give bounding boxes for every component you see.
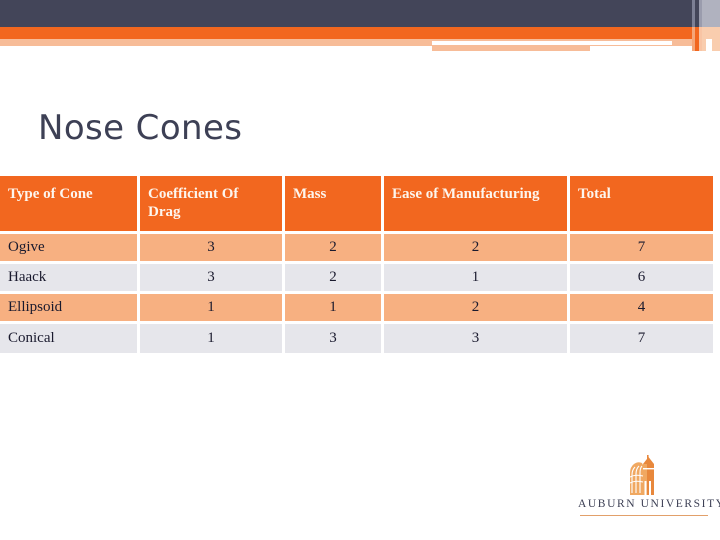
cell-drag: 3: [140, 264, 285, 295]
cell-total: 7: [570, 234, 713, 265]
cell-drag: 3: [140, 234, 285, 265]
column-header-type-of-cone: Type of Cone: [0, 176, 140, 235]
header-dark-band: [0, 0, 720, 27]
cell-ease: 2: [384, 294, 570, 325]
header-orange-band: [0, 27, 720, 39]
header-stripe-white-notch: [706, 39, 712, 51]
cell-ease: 1: [384, 264, 570, 295]
column-header-total: Total: [570, 176, 713, 235]
table-row: Ellipsoid 1 1 2 4: [0, 294, 713, 325]
column-header-ease-of-manufacturing: Ease of Manufacturing: [384, 176, 570, 235]
cell-drag: 1: [140, 294, 285, 325]
column-header-mass: Mass: [285, 176, 384, 235]
auburn-university-wordmark: AUBURN UNIVERSITY: [578, 498, 720, 510]
table-row: Haack 3 2 1 6: [0, 264, 713, 295]
table-row: Ogive 3 2 2 7: [0, 234, 713, 265]
logo-underline-rule: [580, 515, 708, 516]
cell-type: Conical: [0, 324, 140, 354]
cell-ease: 2: [384, 234, 570, 265]
page-title: Nose Cones: [38, 108, 243, 148]
slide-canvas: Nose Cones Type of Cone Coefficient Of D…: [0, 0, 720, 540]
table-header: Type of Cone Coefficient Of Drag Mass Ea…: [0, 176, 713, 235]
cell-mass: 1: [285, 294, 384, 325]
cell-type: Ellipsoid: [0, 294, 140, 325]
cell-total: 7: [570, 324, 713, 354]
cell-mass: 2: [285, 234, 384, 265]
table-body: Ogive 3 2 2 7 Haack 3 2 1 6 Ellipsoid 1 …: [0, 234, 713, 354]
cell-total: 6: [570, 264, 713, 295]
header-peach-band-lower: [432, 45, 590, 51]
cell-total: 4: [570, 294, 713, 325]
auburn-tower-icon: [629, 455, 654, 495]
cell-type: Haack: [0, 264, 140, 295]
cell-type: Ogive: [0, 234, 140, 265]
column-header-coefficient-of-drag: Coefficient Of Drag: [140, 176, 285, 235]
nose-cone-comparison-table: Type of Cone Coefficient Of Drag Mass Ea…: [0, 176, 713, 354]
table-row: Conical 1 3 3 7: [0, 324, 713, 354]
header-peach-band-left: [0, 39, 432, 46]
cell-drag: 1: [140, 324, 285, 354]
auburn-university-logo: AUBURN UNIVERSITY: [578, 455, 720, 523]
cell-mass: 3: [285, 324, 384, 354]
table-header-row: Type of Cone Coefficient Of Drag Mass Ea…: [0, 176, 713, 235]
cell-ease: 3: [384, 324, 570, 354]
cell-mass: 2: [285, 264, 384, 295]
